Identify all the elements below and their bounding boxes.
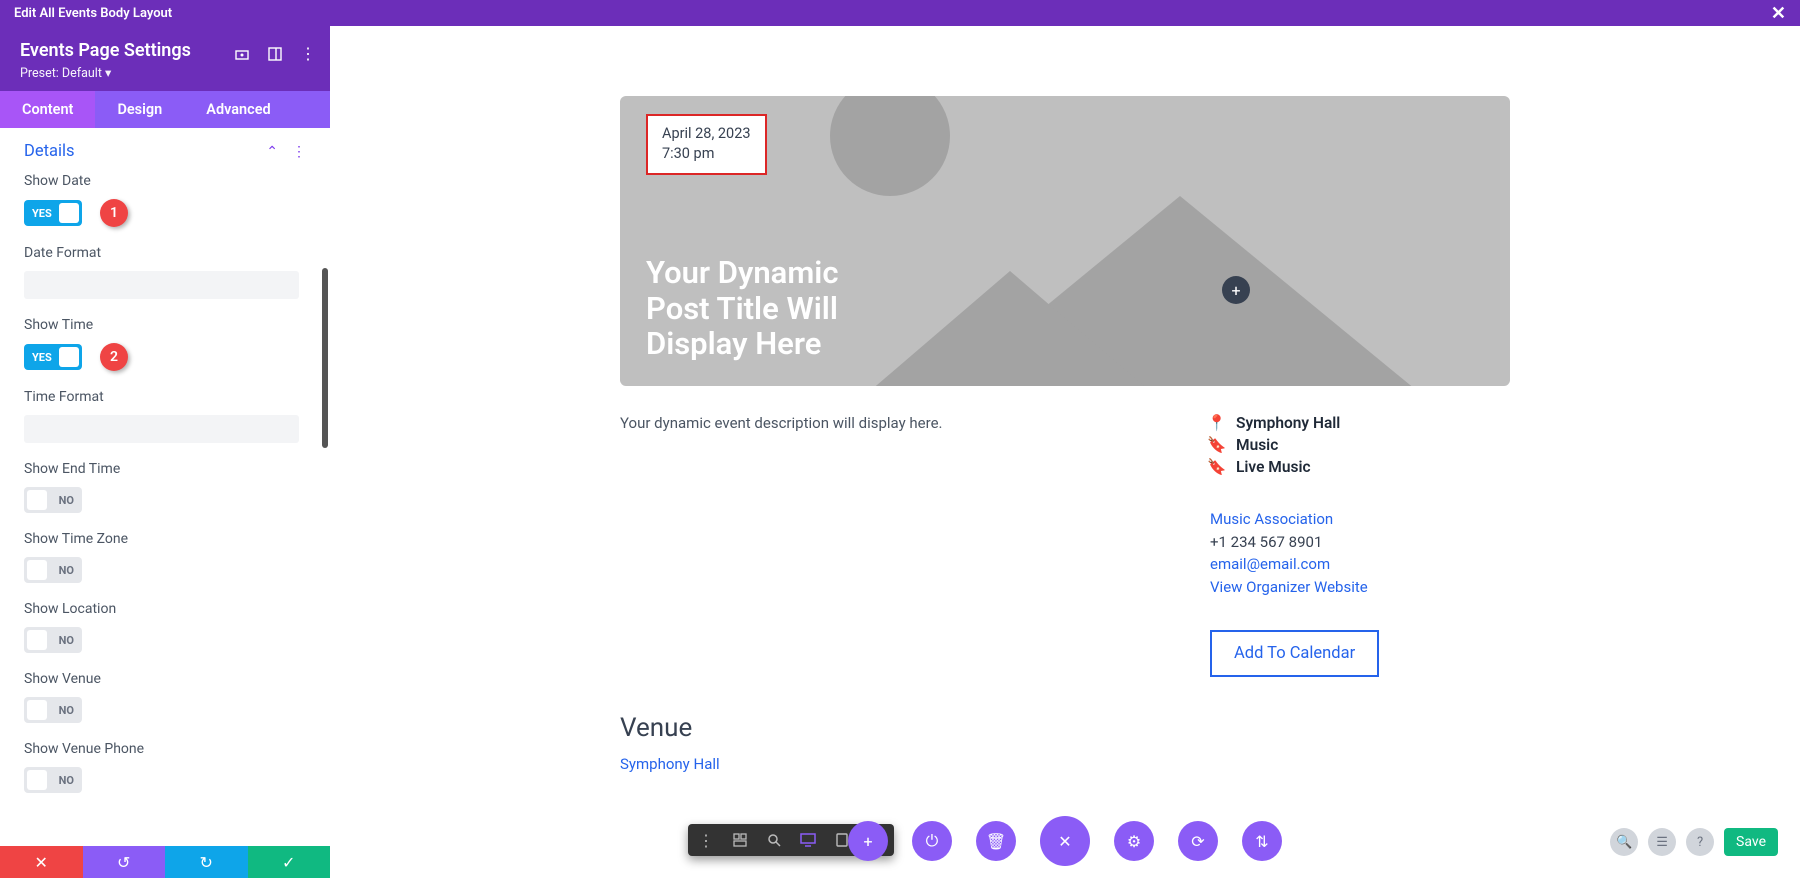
toggle-show-location[interactable]: NO [24,627,82,653]
marker-2: 2 [100,343,128,371]
layers-icon[interactable]: ☰ [1648,828,1676,856]
tab-design[interactable]: Design [95,91,184,128]
add-to-calendar-button[interactable]: Add To Calendar [1210,630,1379,677]
label-show-end-time: Show End Time [24,461,306,477]
add-icon[interactable]: + [848,821,888,861]
venue-name-link[interactable]: Symphony Hall [620,755,1510,773]
gear-icon[interactable]: ⚙ [1114,821,1154,861]
placeholder-circle [830,96,950,196]
label-show-location: Show Location [24,601,306,617]
event-date: April 28, 2023 [662,124,751,144]
power-icon[interactable]: ⏻ [912,821,952,861]
toggle-show-venue[interactable]: NO [24,697,82,723]
bookmark-icon: 🔖 [1210,458,1224,476]
preview-canvas: + April 28, 2023 7:30 pm Your Dynamic Po… [330,26,1800,878]
label-show-venue-phone: Show Venue Phone [24,741,306,757]
event-date-box: April 28, 2023 7:30 pm [646,114,767,175]
tab-content[interactable]: Content [0,91,95,128]
settings-sidebar: Events Page Settings Preset: Default ▾ ⋮… [0,26,330,878]
search-icon[interactable]: 🔍 [1610,828,1638,856]
discard-button[interactable]: ✕ [0,846,83,878]
organizer-website-link[interactable]: View Organizer Website [1210,578,1368,596]
event-title: Your Dynamic Post Title Will Display Her… [646,255,838,362]
label-show-venue: Show Venue [24,671,306,687]
label-date-format: Date Format [24,245,306,261]
apply-button[interactable]: ✓ [248,846,331,878]
add-module-button[interactable]: + [1222,276,1250,304]
zoom-icon[interactable] [764,830,784,850]
tab-advanced[interactable]: Advanced [184,91,292,128]
close-icon[interactable]: ✕ [1771,3,1786,24]
organizer-name-link[interactable]: Music Association [1210,510,1333,528]
toggle-show-time-zone[interactable]: NO [24,557,82,583]
input-date-format[interactable] [24,271,299,299]
preset-selector[interactable]: Preset: Default ▾ [20,65,310,81]
trash-icon[interactable]: 🗑 [976,821,1016,861]
scrollbar[interactable] [322,268,328,448]
columns-icon[interactable] [268,47,282,61]
organizer-phone: +1 234 567 8901 [1210,531,1510,554]
toggle-show-venue-phone[interactable]: NO [24,767,82,793]
more-icon[interactable]: ⋮ [300,44,316,63]
section-more-icon[interactable]: ⋮ [292,144,306,160]
history-icon[interactable]: ⟳ [1178,821,1218,861]
meta-category-2: Live Music [1236,458,1311,476]
toolbar-more-icon[interactable]: ⋮ [696,830,716,850]
help-icon[interactable]: ? [1686,828,1714,856]
top-bar-title: Edit All Events Body Layout [14,6,172,21]
label-show-time-zone: Show Time Zone [24,531,306,547]
section-details[interactable]: Details [24,142,75,161]
close-builder-icon[interactable]: ✕ [1040,816,1090,866]
input-time-format[interactable] [24,415,299,443]
label-show-date: Show Date [24,173,306,189]
label-show-time: Show Time [24,317,306,333]
venue-heading: Venue [620,713,1510,743]
meta-category-1: Music [1236,436,1278,454]
wireframe-icon[interactable] [730,830,750,850]
sort-icon[interactable]: ⇅ [1242,821,1282,861]
toggle-show-date[interactable]: YES [24,200,82,226]
event-time: 7:30 pm [662,144,751,164]
bookmark-icon: 🔖 [1210,436,1224,454]
location-pin-icon: 📍 [1210,414,1224,432]
placeholder-mountain-small [870,271,1150,386]
event-description: Your dynamic event description will disp… [620,414,1150,677]
builder-toolbar: + ⏻ 🗑 ✕ ⚙ ⟳ ⇅ [848,816,1282,866]
hero-image: + April 28, 2023 7:30 pm Your Dynamic Po… [620,96,1510,386]
expand-icon[interactable] [234,46,250,62]
toggle-show-end-time[interactable]: NO [24,487,82,513]
label-time-format: Time Format [24,389,306,405]
redo-button[interactable]: ↻ [165,846,248,878]
toggle-show-time[interactable]: YES [24,344,82,370]
marker-1: 1 [100,199,128,227]
save-button[interactable]: Save [1724,828,1778,856]
meta-venue: Symphony Hall [1236,414,1340,432]
chevron-up-icon[interactable]: ⌃ [266,144,278,160]
desktop-icon[interactable] [798,830,818,850]
undo-button[interactable]: ↺ [83,846,166,878]
organizer-email-link[interactable]: email@email.com [1210,555,1330,573]
